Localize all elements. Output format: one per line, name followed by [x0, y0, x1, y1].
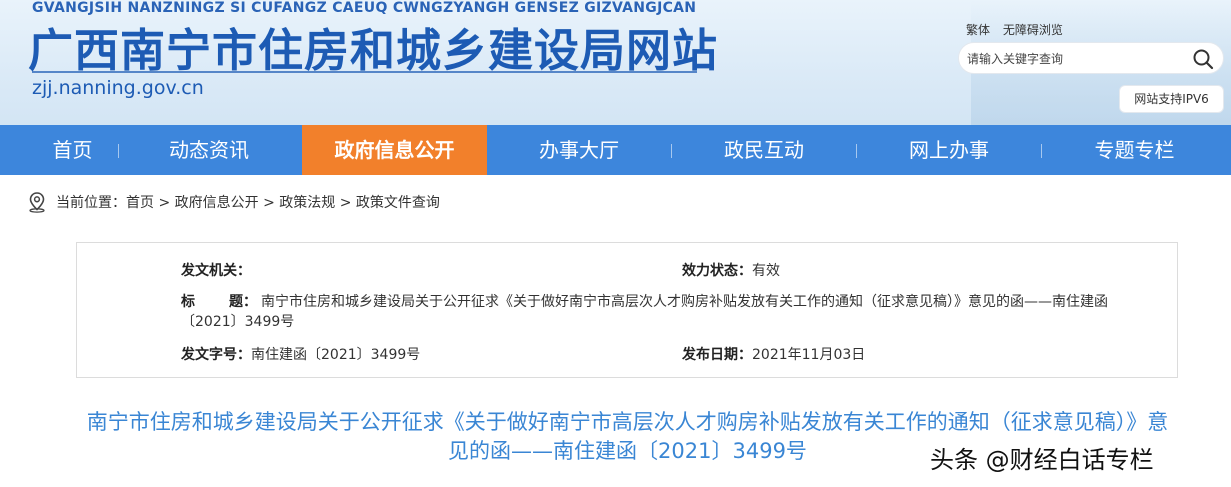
- title-label-char: 题：: [229, 294, 257, 310]
- nav-separator: [118, 144, 119, 158]
- title-row: 标 题： 南宁市住房和城乡建设局关于公开征求《关于做好南宁市高层次人才购房补贴发放有…: [181, 292, 1161, 332]
- nav-special-topics[interactable]: 专题专栏: [1042, 125, 1227, 175]
- search-icon[interactable]: [1191, 47, 1215, 71]
- docno-value: 南住建函〔2021〕3499号: [251, 347, 421, 363]
- nav-service-hall[interactable]: 办事大厅: [487, 125, 671, 175]
- top-links: 繁体 无障碍浏览: [966, 21, 1072, 38]
- traditional-chinese-link[interactable]: 繁体: [966, 23, 990, 37]
- ipv6-badge[interactable]: 网站支持IPV6: [1119, 85, 1224, 113]
- nav-online-services[interactable]: 网上办事: [857, 125, 1041, 175]
- nav-interaction[interactable]: 政民互动: [672, 125, 856, 175]
- main-nav: 首页 动态资讯 政府信息公开 办事大厅 政民互动 网上办事 专题专栏: [0, 125, 1231, 175]
- issuer-label: 发文机关：: [181, 263, 251, 279]
- document-info-panel: 发文机关： 效力状态：有效 标 题： 南宁市住房和城乡建设局关于公开征求《关于做好南…: [76, 242, 1178, 378]
- status-row: 效力状态：有效: [682, 260, 780, 280]
- breadcrumb-policy-docs[interactable]: 政策文件查询: [356, 195, 440, 211]
- accessibility-link[interactable]: 无障碍浏览: [1003, 23, 1063, 37]
- date-label: 发布日期：: [682, 347, 752, 363]
- title-label: 标 题：: [181, 292, 261, 312]
- title-value: 南宁市住房和城乡建设局关于公开征求《关于做好南宁市高层次人才购房补贴发放有关工作…: [181, 294, 1108, 330]
- nav-news[interactable]: 动态资讯: [130, 125, 288, 175]
- breadcrumb-separator: >: [258, 195, 280, 211]
- breadcrumb-home[interactable]: 首页: [126, 195, 154, 211]
- location-pin-icon: [26, 191, 48, 213]
- breadcrumb-text: 当前位置：首页 > 政府信息公开 > 政策法规 > 政策文件查询: [56, 192, 440, 212]
- breadcrumb-policy[interactable]: 政策法规: [279, 195, 335, 211]
- search-input[interactable]: [967, 48, 1187, 70]
- date-value: 2021年11月03日: [752, 347, 866, 363]
- docno-row: 发文字号：南住建函〔2021〕3499号: [181, 344, 420, 364]
- status-value: 有效: [752, 263, 780, 279]
- docno-label: 发文字号：: [181, 347, 251, 363]
- title-label-char: 标: [181, 294, 195, 310]
- title-underline: [32, 71, 697, 73]
- search-box: [958, 42, 1224, 74]
- site-title[interactable]: 广西南宁市住房和城乡建设局网站: [28, 14, 718, 79]
- nav-gov-info[interactable]: 政府信息公开: [302, 125, 487, 175]
- status-label: 效力状态：: [682, 263, 752, 279]
- breadcrumb-gov-info[interactable]: 政府信息公开: [175, 195, 259, 211]
- site-header: GVANGJSIH NANZNINGZ SI CUFANGZ CAEUQ CWN…: [0, 0, 1231, 125]
- date-row: 发布日期：2021年11月03日: [682, 344, 865, 364]
- breadcrumb-separator: >: [154, 195, 175, 211]
- breadcrumb-separator: >: [335, 195, 356, 211]
- watermark: 头条 @财经白话专栏: [930, 446, 1154, 474]
- breadcrumb-prefix: 当前位置：: [56, 195, 126, 211]
- site-domain: zjj.nanning.gov.cn: [32, 77, 204, 99]
- nav-home[interactable]: 首页: [0, 125, 145, 175]
- issuer-row: 发文机关：: [181, 260, 251, 280]
